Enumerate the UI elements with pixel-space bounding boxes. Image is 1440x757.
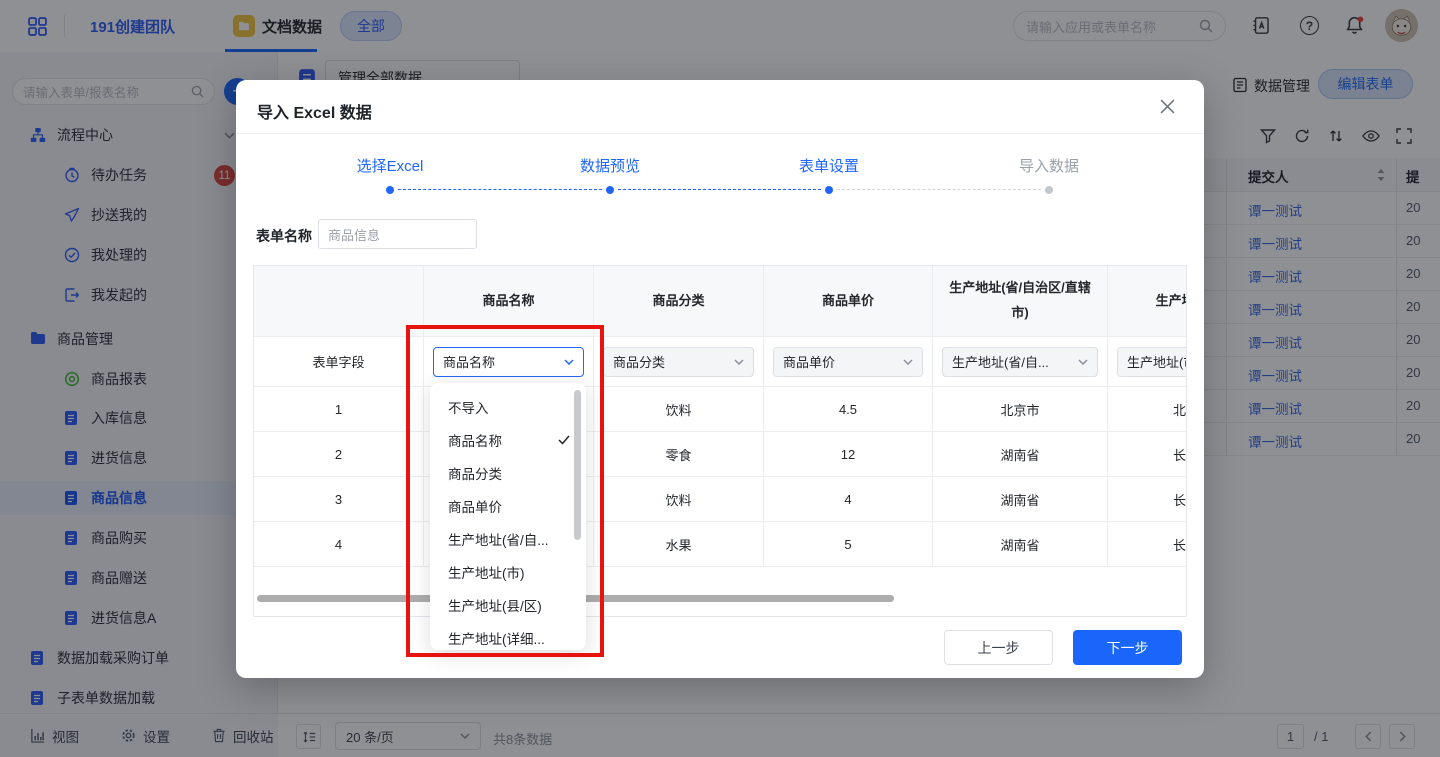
- step-form-settings: 表单设置: [759, 155, 899, 176]
- dropdown-option-no-import[interactable]: 不导入: [430, 390, 586, 423]
- next-step-button[interactable]: 下一步: [1073, 630, 1182, 665]
- chevron-down-icon: [734, 359, 744, 365]
- step-data-preview: 数据预览: [540, 155, 680, 176]
- import-excel-modal: 导入 Excel 数据 选择Excel 数据预览 表单设置 导入数据 表单名称 …: [236, 80, 1204, 678]
- prev-step-button[interactable]: 上一步: [944, 630, 1053, 665]
- step-connector: [618, 189, 821, 190]
- mapping-data-row: 2 零食 12 湖南省 长沙市: [254, 432, 1187, 477]
- dropdown-option-province[interactable]: 生产地址(省/自...: [430, 522, 586, 555]
- step-connector: [837, 189, 1041, 190]
- step-dot: [606, 186, 614, 194]
- dropdown-option-product-category[interactable]: 商品分类: [430, 456, 586, 489]
- chevron-down-icon: [1078, 359, 1088, 365]
- header-cell: 商品分类: [594, 266, 764, 337]
- header-cell: 生产地址(省/自治区/直辖市): [933, 266, 1108, 337]
- field-select-city[interactable]: 生产地址(市): [1117, 347, 1187, 377]
- step-dot: [1045, 186, 1053, 194]
- step-dot: [386, 186, 394, 194]
- step-import-data: 导入数据: [979, 155, 1119, 176]
- step-dot: [825, 186, 833, 194]
- header-cell: 商品名称: [424, 266, 594, 337]
- chevron-down-icon: [564, 359, 574, 365]
- table-footer: [254, 567, 1187, 617]
- field-select-product-price[interactable]: 商品单价: [773, 347, 923, 377]
- header-cell: [254, 266, 424, 337]
- field-dropdown-menu: 不导入 商品名称 商品分类 商品单价 生产地址(省/自... 生产地址(市) 生…: [430, 383, 586, 650]
- form-name-label: 表单名称: [256, 226, 312, 246]
- chevron-down-icon: [903, 359, 913, 365]
- mapping-data-row: 4 水果 5 湖南省 长沙市: [254, 522, 1187, 567]
- mapping-data-row: 1 饮料 4.5 北京市 北京市: [254, 387, 1187, 432]
- form-name-input[interactable]: [318, 219, 477, 249]
- header-cell: 生产地址(市): [1108, 266, 1187, 337]
- dropdown-option-city[interactable]: 生产地址(市): [430, 555, 586, 588]
- dropdown-scrollbar[interactable]: [574, 390, 581, 540]
- mapping-data-row: 3 饮料 4 湖南省 长沙市: [254, 477, 1187, 522]
- mapping-header-row: 商品名称 商品分类 商品单价 生产地址(省/自治区/直辖市) 生产地址(市): [254, 266, 1187, 337]
- modal-title: 导入 Excel 数据: [257, 99, 372, 123]
- dropdown-option-product-name[interactable]: 商品名称: [430, 423, 586, 456]
- step-select-excel: 选择Excel: [320, 155, 460, 176]
- step-connector: [398, 189, 602, 190]
- field-select-product-category[interactable]: 商品分类: [603, 347, 754, 377]
- check-icon: [558, 435, 570, 445]
- field-row-label: 表单字段: [254, 337, 424, 387]
- dropdown-option-product-price[interactable]: 商品单价: [430, 489, 586, 522]
- mapping-field-row: 表单字段 商品名称 商品分类 商品单价 生产地址(省/自... 生产地址(市): [254, 337, 1187, 387]
- field-mapping-table: 商品名称 商品分类 商品单价 生产地址(省/自治区/直辖市) 生产地址(市) 表…: [253, 265, 1187, 617]
- header-cell: 商品单价: [764, 266, 933, 337]
- divider: [236, 133, 1204, 134]
- dropdown-option-detail-address[interactable]: 生产地址(详细...: [430, 621, 586, 650]
- field-select-product-name[interactable]: 商品名称: [433, 347, 584, 377]
- field-select-province[interactable]: 生产地址(省/自...: [942, 347, 1098, 377]
- close-icon[interactable]: [1160, 99, 1182, 121]
- dropdown-option-district[interactable]: 生产地址(县/区): [430, 588, 586, 621]
